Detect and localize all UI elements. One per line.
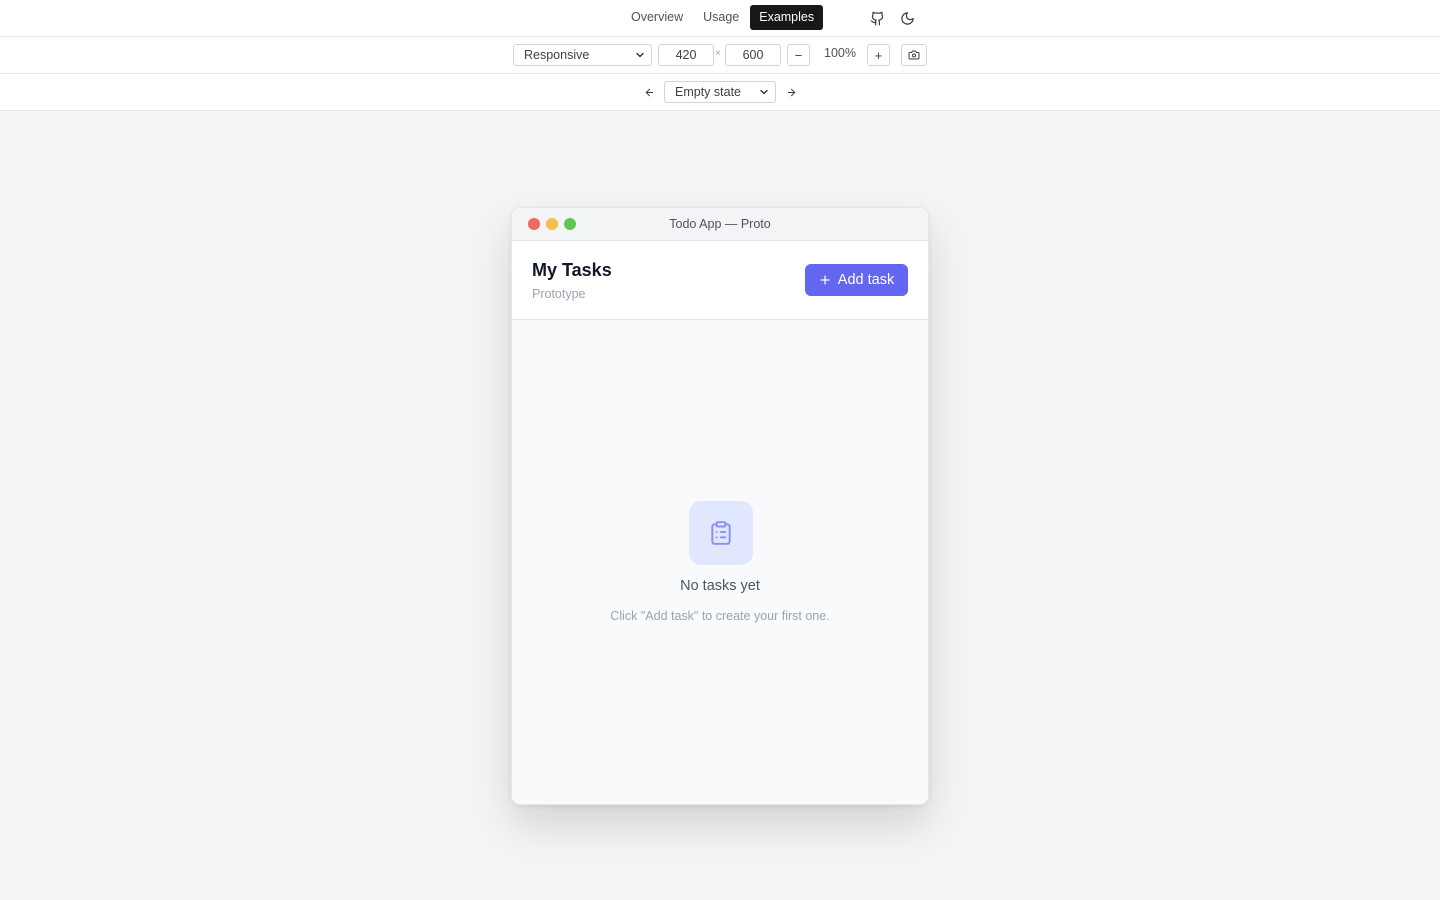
clipboard-list-icon [711, 521, 731, 545]
prev-state-button[interactable] [641, 84, 657, 100]
zoom-in-button[interactable]: + [867, 44, 890, 66]
github-icon[interactable] [868, 9, 886, 27]
add-task-button[interactable]: Add task [805, 264, 908, 296]
nav-usage[interactable]: Usage [694, 5, 748, 30]
page-title: My Tasks [532, 260, 612, 280]
camera-icon [908, 50, 920, 60]
plus-icon [820, 275, 830, 285]
app-header: My Tasks Prototype Add task [512, 241, 928, 320]
nav-examples[interactable]: Examples [750, 5, 824, 30]
add-task-label: Add task [837, 272, 895, 288]
app-window: Todo App — Proto My Tasks Prototype Add … [511, 207, 929, 805]
screenshot-button[interactable] [901, 44, 927, 66]
top-nav-bar: Overview Usage Examples [0, 0, 1440, 37]
state-select-value: Empty state [675, 85, 741, 99]
zoom-out-button[interactable]: − [787, 44, 810, 66]
empty-state-icon-box [689, 501, 753, 565]
width-input[interactable]: 420 [658, 44, 714, 66]
window-title: Todo App — Proto [669, 217, 771, 231]
device-select[interactable]: Responsive [513, 44, 652, 66]
arrow-left-icon [645, 88, 653, 96]
arrow-right-icon [787, 88, 795, 96]
next-state-button[interactable] [783, 84, 799, 100]
empty-state-hint: Click "Add task" to create your first on… [610, 609, 830, 623]
empty-state-title: No tasks yet [680, 578, 760, 594]
device-select-value: Responsive [524, 48, 590, 62]
window-titlebar: Todo App — Proto [512, 208, 928, 241]
height-input[interactable]: 600 [725, 44, 781, 66]
nav-overview[interactable]: Overview [622, 5, 692, 30]
zoom-level: 100% [824, 46, 856, 60]
chevron-down-icon [636, 52, 644, 58]
dimension-separator: × [715, 48, 721, 59]
page-subtitle: Prototype [532, 287, 586, 301]
moon-icon[interactable] [898, 9, 916, 27]
state-select[interactable]: Empty state [664, 81, 776, 103]
chevron-down-icon [760, 89, 768, 95]
main-nav: Overview Usage Examples [622, 5, 824, 30]
